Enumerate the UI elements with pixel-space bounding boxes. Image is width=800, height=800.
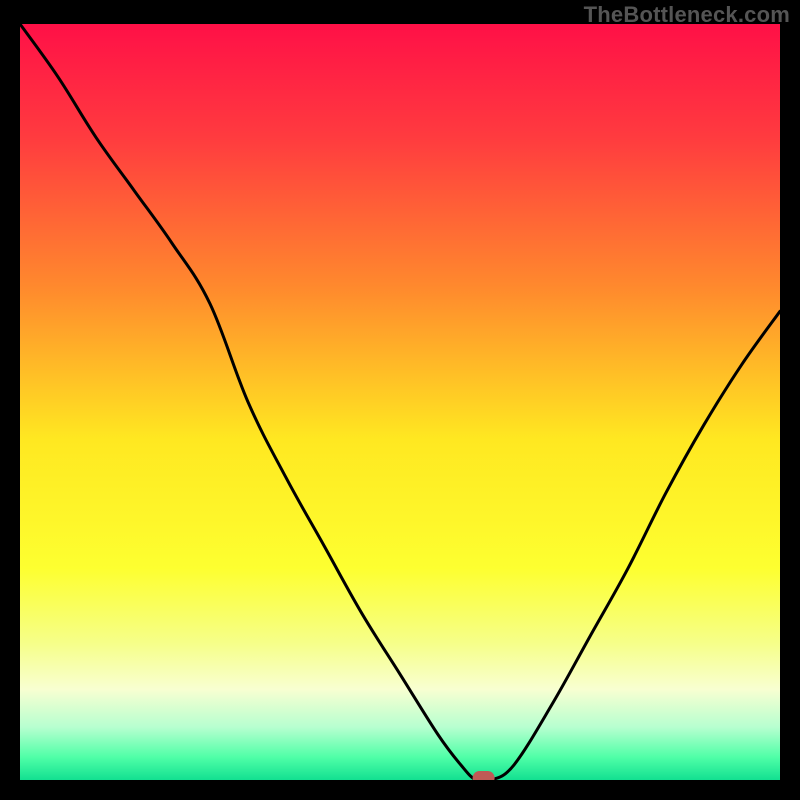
chart-frame: TheBottleneck.com bbox=[0, 0, 800, 800]
gradient-background bbox=[20, 24, 780, 780]
optimal-marker bbox=[473, 771, 495, 780]
plot-area bbox=[20, 24, 780, 780]
watermark-text: TheBottleneck.com bbox=[584, 2, 790, 28]
chart-svg bbox=[20, 24, 780, 780]
